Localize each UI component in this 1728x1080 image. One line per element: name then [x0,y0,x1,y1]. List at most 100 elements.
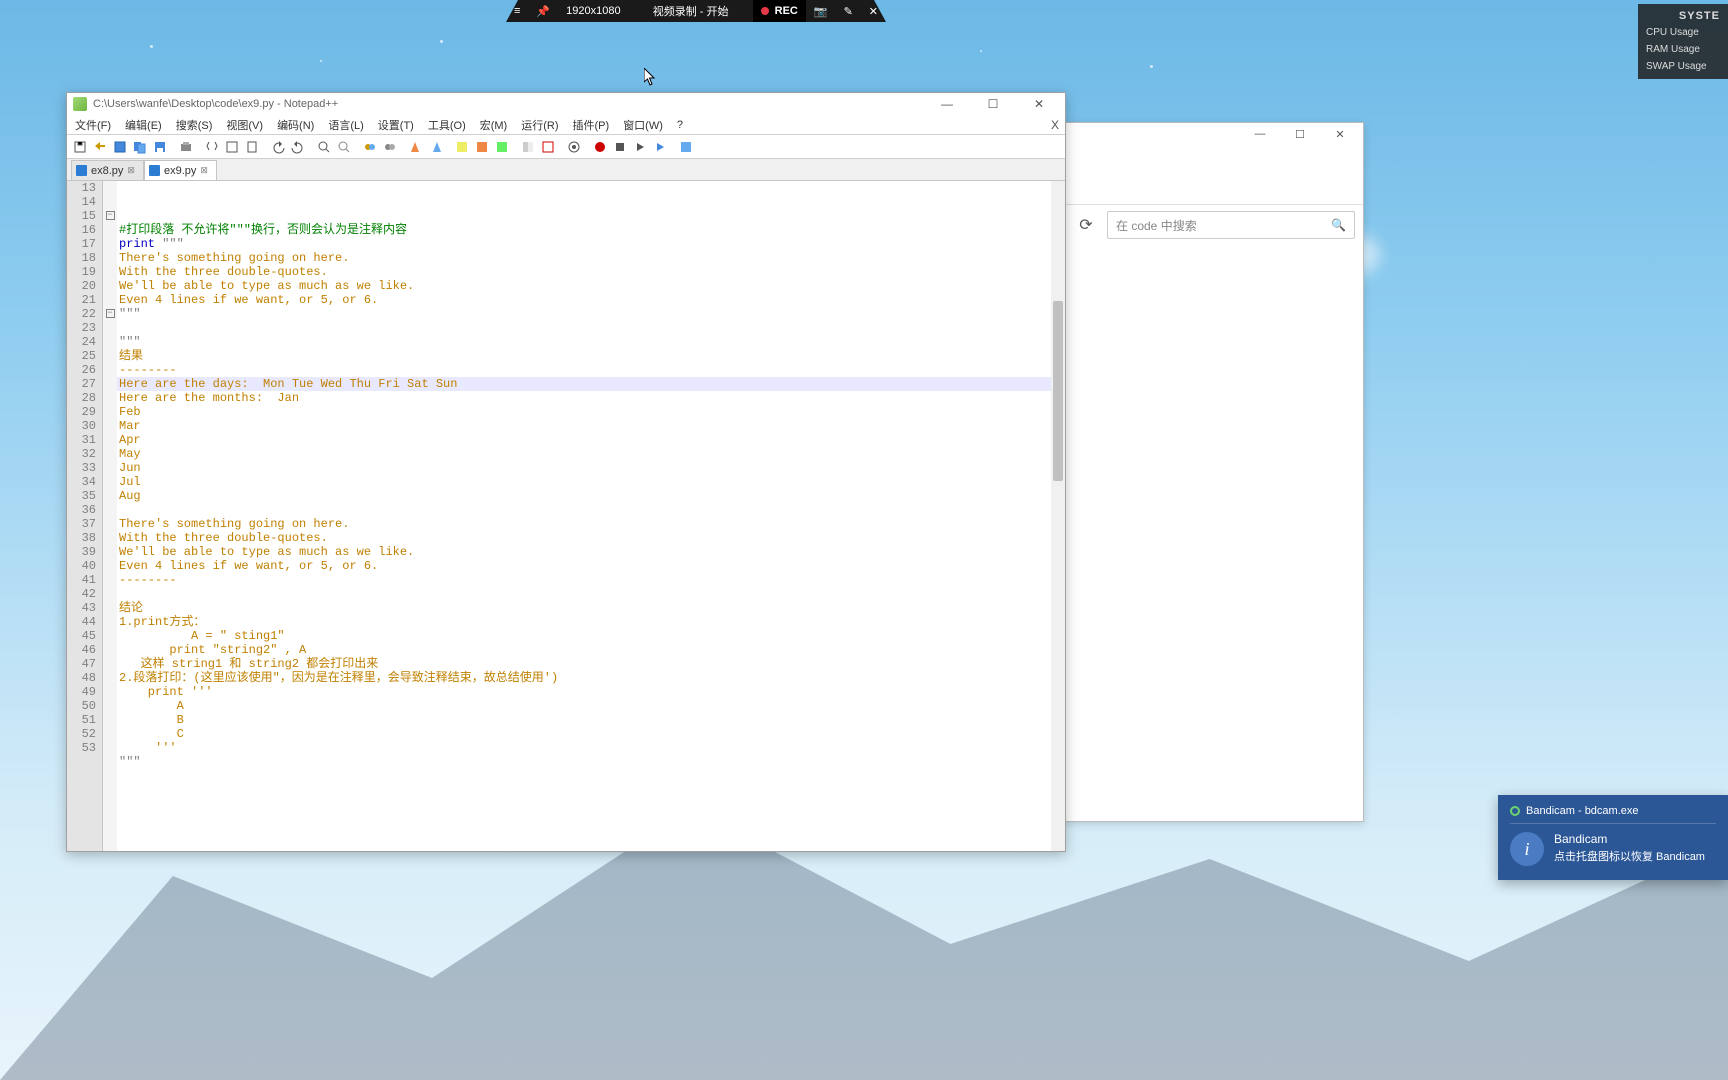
toolbar-button[interactable] [131,138,149,156]
maximize-button[interactable]: ☐ [973,94,1013,114]
toolbar-button[interactable] [315,138,333,156]
toolbar-button[interactable] [427,138,445,156]
toolbar-button[interactable] [539,138,557,156]
toolbar-button[interactable] [611,138,629,156]
code-line[interactable]: 1.print方式： [117,615,1065,629]
code-line[interactable]: With the three double-quotes. [117,531,1065,545]
code-line[interactable]: -------- [117,573,1065,587]
code-line[interactable]: We'll be able to type as much as we like… [117,545,1065,559]
toolbar-button[interactable] [91,138,109,156]
menu-item[interactable]: ? [677,119,683,131]
explorer-maximize-button[interactable]: ☐ [1281,125,1319,143]
code-line[interactable] [117,321,1065,335]
bandicam-close-icon[interactable]: ✕ [861,0,886,22]
code-line[interactable]: With the three double-quotes. [117,265,1065,279]
code-line[interactable] [117,769,1065,783]
toolbar-button[interactable] [335,138,353,156]
code-line[interactable]: C [117,727,1065,741]
code-content[interactable]: #打印段落 不允许将"""换行，否则会认为是注释内容print """There… [117,181,1065,851]
code-line[interactable]: Even 4 lines if we want, or 5, or 6. [117,293,1065,307]
code-line[interactable]: """ [117,335,1065,349]
toolbar-button[interactable] [203,138,221,156]
code-line[interactable]: We'll be able to type as much as we like… [117,279,1065,293]
toolbar-button[interactable] [453,138,471,156]
toolbar-button[interactable] [631,138,649,156]
toolbar-button[interactable] [111,138,129,156]
fold-toggle[interactable]: − [106,309,115,318]
vertical-scrollbar[interactable] [1051,181,1065,851]
code-line[interactable]: -------- [117,363,1065,377]
code-line[interactable]: print ''' [117,685,1065,699]
toolbar-button[interactable] [519,138,537,156]
code-line[interactable]: ''' [117,741,1065,755]
bandicam-camera-icon[interactable]: 📷 [806,0,836,22]
code-line[interactable] [117,587,1065,601]
menu-item[interactable]: 设置(T) [378,117,414,133]
bandicam-pencil-icon[interactable]: ✎ [836,0,861,22]
toolbar-button[interactable] [381,138,399,156]
toolbar-button[interactable] [677,138,695,156]
menu-close-x[interactable]: X [1051,118,1059,132]
toolbar-button[interactable] [151,138,169,156]
code-line[interactable]: Jul [117,475,1065,489]
code-line[interactable]: B [117,713,1065,727]
menu-item[interactable]: 宏(M) [480,117,508,133]
tab-close-icon[interactable]: ⊠ [127,165,135,176]
code-line[interactable]: 结论 [117,601,1065,615]
menu-item[interactable]: 搜索(S) [176,117,213,133]
bandicam-menu-icon[interactable]: ≡ [506,0,528,22]
menu-item[interactable]: 工具(O) [428,117,466,133]
code-line[interactable]: A = " sting1" [117,629,1065,643]
code-line[interactable]: print "string2" , A [117,643,1065,657]
explorer-refresh-button[interactable]: ⟳ [1073,212,1099,238]
toolbar-button[interactable] [71,138,89,156]
toolbar-button[interactable] [269,138,287,156]
fold-toggle[interactable]: − [106,211,115,220]
toolbar-button[interactable] [565,138,583,156]
toolbar-button[interactable] [361,138,379,156]
code-line[interactable]: Apr [117,433,1065,447]
code-line[interactable]: """ [117,755,1065,769]
toolbar-button[interactable] [493,138,511,156]
window-titlebar[interactable]: C:\Users\wanfe\Desktop\code\ex9.py - Not… [67,93,1065,115]
toolbar-button[interactable] [223,138,241,156]
code-line[interactable]: Feb [117,405,1065,419]
menu-item[interactable]: 运行(R) [521,117,558,133]
toolbar-button[interactable] [407,138,425,156]
bandicam-pin-icon[interactable]: 📌 [528,0,558,22]
file-tab[interactable]: ex9.py⊠ [144,160,217,180]
bandicam-notification[interactable]: Bandicam - bdcam.exe i Bandicam 点击托盘图标以恢… [1498,795,1728,880]
code-line[interactable]: A [117,699,1065,713]
code-line[interactable] [117,503,1065,517]
menu-item[interactable]: 编码(N) [277,117,314,133]
explorer-search-input[interactable]: 在 code 中搜索 🔍 [1107,211,1355,239]
code-line[interactable] [117,209,1065,223]
toolbar-button[interactable] [243,138,261,156]
menu-item[interactable]: 编辑(E) [125,117,162,133]
explorer-minimize-button[interactable]: — [1241,125,1279,143]
scrollbar-thumb[interactable] [1053,301,1063,481]
toolbar-button[interactable] [177,138,195,156]
close-button[interactable]: ✕ [1019,94,1059,114]
menu-item[interactable]: 视图(V) [226,117,263,133]
file-tab[interactable]: ex8.py⊠ [71,160,144,180]
code-line[interactable]: There's something going on here. [117,517,1065,531]
toolbar-button[interactable] [289,138,307,156]
menu-item[interactable]: 插件(P) [573,117,610,133]
menu-item[interactable]: 文件(F) [75,117,111,133]
code-line[interactable]: Jun [117,461,1065,475]
menu-item[interactable]: 窗口(W) [623,117,663,133]
code-line[interactable]: May [117,447,1065,461]
code-line[interactable]: 结果 [117,349,1065,363]
menu-item[interactable]: 语言(L) [328,117,363,133]
code-line[interactable]: Mar [117,419,1065,433]
minimize-button[interactable]: — [927,94,967,114]
tab-close-icon[interactable]: ⊠ [200,165,208,176]
bandicam-rec-button[interactable]: REC [753,0,806,22]
code-line[interactable]: """ [117,307,1065,321]
code-line[interactable]: 2.段落打印：(这里应该使用"，因为是在注释里，会导致注释结束，故总结使用') [117,671,1065,685]
toolbar-button[interactable] [651,138,669,156]
code-line[interactable]: There's something going on here. [117,251,1065,265]
code-line[interactable]: Even 4 lines if we want, or 5, or 6. [117,559,1065,573]
code-line[interactable]: #打印段落 不允许将"""换行，否则会认为是注释内容 [117,223,1065,237]
